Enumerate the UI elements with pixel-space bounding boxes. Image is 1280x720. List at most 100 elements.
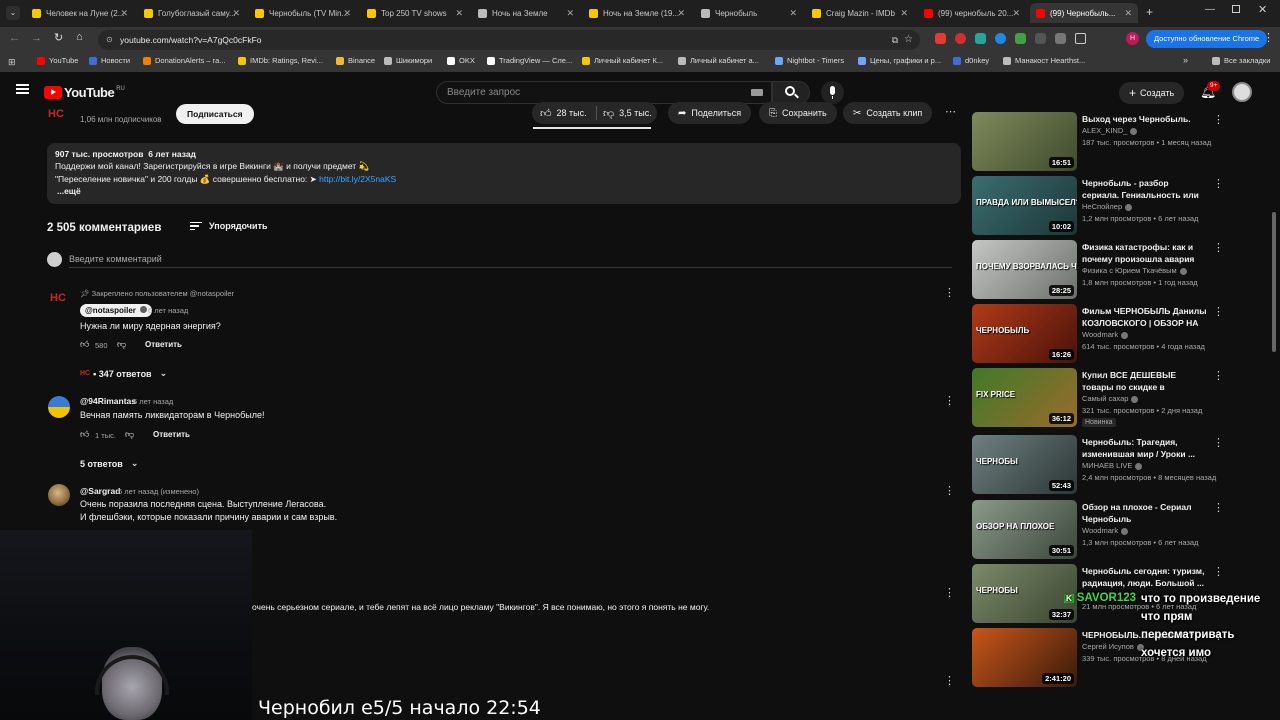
extension-icon[interactable]: [1015, 33, 1026, 44]
channel-avatar[interactable]: НС: [48, 104, 72, 120]
close-tab-icon[interactable]: ✕: [232, 8, 240, 19]
search-input[interactable]: Введите запрос: [436, 81, 772, 104]
related-channel[interactable]: ALEX_KIND_: [1082, 126, 1138, 135]
comment-time[interactable]: 6 лет назад (изменено): [118, 487, 199, 496]
extension-icon[interactable]: [975, 33, 986, 44]
comment-author[interactable]: @Sargrad: [80, 486, 120, 496]
site-info-icon[interactable]: ⊙: [106, 30, 113, 50]
related-title[interactable]: Фильм ЧЕРНОБЫЛЬ Данилы КОЗЛОВСКОГО | ОБЗ…: [1082, 305, 1207, 329]
bookmark-item[interactable]: Манакост Hearthst...: [1003, 56, 1085, 65]
browser-tab[interactable]: Ночь на Земле (19... ✕: [583, 3, 691, 23]
comment-dislike-button[interactable]: 👎︎: [117, 339, 126, 350]
related-thumbnail[interactable]: FIX PRICE 36:12: [972, 368, 1077, 427]
close-tab-icon[interactable]: ✕: [900, 8, 908, 19]
close-tab-icon[interactable]: ✕: [343, 8, 351, 19]
related-channel[interactable]: Woodmark: [1082, 526, 1129, 535]
related-menu-icon[interactable]: ⋮: [1213, 305, 1224, 318]
comment-menu-icon[interactable]: ⋮: [944, 484, 955, 497]
related-channel[interactable]: Woodmark: [1082, 330, 1129, 339]
comment-menu-icon[interactable]: ⋮: [944, 586, 955, 599]
extension-icon[interactable]: [935, 33, 946, 44]
dislike-button[interactable]: 👎︎ 3,5 тыс.: [597, 107, 652, 120]
comment-menu-icon[interactable]: ⋮: [944, 286, 955, 299]
home-icon[interactable]: ⌂: [76, 31, 83, 43]
scrollbar-thumb[interactable]: [1272, 212, 1276, 352]
bookmark-item[interactable]: DonationAlerts – га...: [143, 56, 226, 65]
related-menu-icon[interactable]: ⋮: [1213, 565, 1224, 578]
youtube-logo[interactable]: YouTube RU: [44, 85, 125, 100]
extension-icon[interactable]: [1055, 33, 1066, 44]
bookmark-item[interactable]: d0nkey: [953, 56, 989, 65]
related-thumbnail[interactable]: ПОЧЕМУ ВЗОРВАЛАСЬ ЧАЭС? 28:25: [972, 240, 1077, 299]
browser-tab[interactable]: Человек на Луне (2... ✕: [26, 3, 134, 23]
bookmark-item[interactable]: Цены, графики и р...: [858, 56, 941, 65]
bookmark-item[interactable]: Личный кабинет К...: [582, 56, 663, 65]
back-icon[interactable]: ←: [9, 32, 20, 44]
comment-input[interactable]: Введите комментарий: [69, 254, 162, 264]
bookmark-item[interactable]: IMDb: Ratings, Revi...: [238, 56, 323, 65]
related-thumbnail[interactable]: ПРАВДА ИЛИ ВЫМЫСЕЛ? 10:02: [972, 176, 1077, 235]
comment-menu-icon[interactable]: ⋮: [944, 394, 955, 407]
close-tab-icon[interactable]: ✕: [120, 8, 128, 19]
comment-avatar[interactable]: [48, 396, 70, 418]
bookmark-item[interactable]: Личный кабинет а...: [678, 56, 759, 65]
clip-button[interactable]: ✂ Создать клип: [843, 102, 933, 124]
related-title[interactable]: Обзор на плохое - Сериал Чернобыль: [1082, 501, 1207, 525]
replies-toggle[interactable]: 5 ответов ⌄: [80, 458, 138, 469]
bookmark-item[interactable]: Binance: [336, 56, 375, 65]
scrollbar[interactable]: [1271, 112, 1277, 690]
related-title[interactable]: Чернобыль: Трагедия, изменившая мир / Ур…: [1082, 436, 1207, 460]
related-title[interactable]: Чернобыль сегодня: туризм, радиация, люд…: [1082, 565, 1207, 589]
close-window-icon[interactable]: ✕: [1258, 3, 1267, 16]
comment-like-button[interactable]: 👍︎: [80, 429, 89, 440]
more-bookmarks-icon[interactable]: »: [1183, 55, 1188, 65]
profile-avatar[interactable]: H: [1126, 32, 1139, 45]
description-box[interactable]: 907 тыс. просмотров 6 лет назад Поддержи…: [47, 143, 961, 204]
comment-avatar[interactable]: [48, 484, 70, 506]
install-icon[interactable]: ⧉: [892, 30, 898, 50]
reload-icon[interactable]: ↻: [54, 31, 63, 44]
comment-reply-button[interactable]: Ответить: [145, 340, 182, 349]
bookmark-star-icon[interactable]: ☆: [904, 30, 913, 50]
sort-comments-button[interactable]: Упорядочить: [190, 221, 268, 231]
bookmark-item[interactable]: Nightbot - Timers: [775, 56, 844, 65]
tab-search-icon[interactable]: ⌄: [6, 6, 20, 20]
comment-time[interactable]: 6 лет назад: [148, 306, 188, 315]
close-tab-icon[interactable]: ✕: [566, 8, 574, 19]
browser-tab[interactable]: (99) Чернобыль... ✕: [1030, 3, 1138, 23]
forward-icon[interactable]: →: [31, 32, 42, 44]
related-thumbnail[interactable]: ЧЕРНОБЫ 32:37: [972, 564, 1077, 623]
browser-tab[interactable]: Top 250 TV shows ✕: [361, 3, 469, 23]
extension-icon[interactable]: [955, 33, 966, 44]
save-button[interactable]: ⎘ Сохранить: [759, 102, 837, 124]
maximize-icon[interactable]: [1232, 5, 1240, 13]
address-bar[interactable]: ⊙ youtube.com/watch?v=A7gQc0cFkFo ⧉ ☆: [98, 30, 920, 50]
description-link[interactable]: http://bit.ly/2X5naKS: [319, 174, 396, 184]
voice-search-button[interactable]: [821, 81, 844, 104]
all-bookmarks[interactable]: Все закладки: [1212, 56, 1270, 65]
menu-icon[interactable]: ⋮: [1263, 31, 1274, 44]
account-avatar[interactable]: [1232, 82, 1252, 102]
minimize-icon[interactable]: —: [1205, 4, 1215, 15]
close-tab-icon[interactable]: ✕: [677, 8, 685, 19]
related-menu-icon[interactable]: ⋮: [1213, 501, 1224, 514]
apps-icon[interactable]: ⊞: [8, 57, 16, 68]
related-channel[interactable]: МИНАЕВ LIVE: [1082, 461, 1143, 470]
close-tab-icon[interactable]: ✕: [1012, 8, 1020, 19]
new-tab-icon[interactable]: +: [1146, 5, 1153, 19]
related-channel[interactable]: Физика с Юрием Ткачёвым: [1082, 266, 1187, 275]
close-tab-icon[interactable]: ✕: [789, 8, 797, 19]
related-channel[interactable]: Самый сахар: [1082, 394, 1139, 403]
bookmark-item[interactable]: Шикимори: [384, 56, 432, 65]
browser-tab[interactable]: Чернобыль ✕: [695, 3, 803, 23]
extension-icon[interactable]: [1035, 33, 1046, 44]
show-more-link[interactable]: ...ещё: [57, 186, 81, 196]
comment-like-button[interactable]: 👍︎: [80, 339, 89, 350]
related-thumbnail[interactable]: ОБЗОР НА ПЛОХОЕ 30:51: [972, 500, 1077, 559]
browser-tab[interactable]: Голубоглазый саму... ✕: [138, 3, 246, 23]
related-title[interactable]: Выход через Чернобыль.: [1082, 113, 1207, 125]
keyboard-icon[interactable]: [751, 89, 763, 96]
browser-tab[interactable]: Чернобыль (TV Min... ✕: [249, 3, 357, 23]
subscribe-button[interactable]: Подписаться: [176, 104, 254, 124]
related-thumbnail[interactable]: 16:51: [972, 112, 1077, 171]
